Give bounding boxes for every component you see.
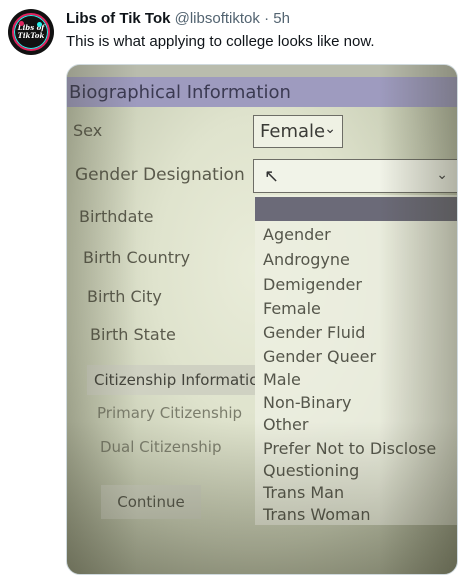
gender-designation-select[interactable]: ↖ ⌄ (253, 159, 457, 193)
chevron-down-icon: ⌄ (436, 166, 448, 182)
monitor-bezel (67, 65, 457, 77)
author-display-name[interactable]: Libs of Tik Tok (66, 10, 170, 27)
chevron-down-icon: ⌄ (324, 121, 336, 137)
option-trans-woman[interactable]: Trans Woman (263, 505, 371, 524)
option-agender[interactable]: Agender (263, 225, 331, 244)
label-birthdate: Birthdate (79, 207, 154, 226)
gender-options-dropdown[interactable]: Agender Androgyne Demigender Female Gend… (255, 195, 457, 525)
tweet-text: This is what applying to college looks l… (66, 33, 375, 50)
label-dual-citizenship: Dual Citizenship (100, 438, 222, 456)
avatar[interactable]: Libs of TikTok (8, 9, 54, 55)
label-sex: Sex (73, 121, 103, 140)
tweet-photo[interactable]: Biographical Information Sex Female ⌄ Ge… (66, 64, 458, 575)
option-gender-fluid[interactable]: Gender Fluid (263, 323, 365, 342)
label-gender-designation: Gender Designation (75, 165, 245, 185)
mouse-pointer-icon: ↖ (264, 166, 280, 186)
option-male[interactable]: Male (263, 370, 301, 389)
option-prefer-not-to-disclose[interactable]: Prefer Not to Disclose (263, 439, 436, 458)
sex-select[interactable]: Female ⌄ (253, 115, 343, 148)
label-birth-state: Birth State (90, 325, 176, 344)
option-non-binary[interactable]: Non-Binary (263, 393, 352, 412)
section-title-citizenship: Citizenship Informatic (87, 365, 255, 395)
option-trans-man[interactable]: Trans Man (263, 483, 344, 502)
option-other[interactable]: Other (263, 415, 308, 434)
continue-button[interactable]: Continue (101, 485, 201, 519)
label-birth-city: Birth City (87, 287, 162, 306)
tiktok-note-accent-icon (19, 21, 24, 26)
logo-text-line-2: TikTok (17, 31, 45, 40)
option-demigender[interactable]: Demigender (263, 275, 362, 294)
option-gender-queer[interactable]: Gender Queer (263, 347, 376, 366)
section-title-biographical: Biographical Information (67, 77, 457, 107)
sex-select-value: Female (260, 121, 326, 142)
tweet-timestamp[interactable]: 5h (273, 10, 290, 27)
label-primary-citizenship: Primary Citizenship (97, 404, 243, 422)
libs-of-tiktok-logo: Libs of TikTok (12, 13, 50, 51)
author-handle[interactable]: @libsoftiktok (175, 10, 260, 27)
dropdown-highlighted-empty-option[interactable] (255, 197, 457, 221)
option-female[interactable]: Female (263, 299, 321, 318)
tweet-author-row: Libs of Tik Tok @libsoftiktok · 5h (66, 10, 290, 28)
option-androgyne[interactable]: Androgyne (263, 250, 350, 269)
label-birth-country: Birth Country (83, 248, 191, 267)
tiktok-note-accent-icon-2 (37, 22, 42, 27)
separator-dot: · (264, 10, 270, 27)
option-questioning[interactable]: Questioning (263, 461, 359, 480)
